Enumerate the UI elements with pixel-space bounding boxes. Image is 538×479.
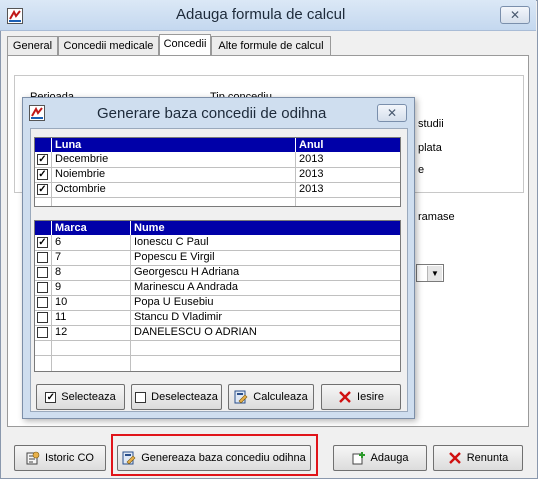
checkbox-checked-icon: ✓: [45, 391, 57, 403]
cell-anul: 2013: [299, 168, 324, 180]
employees-header-check: [35, 221, 51, 235]
history-icon: [26, 451, 40, 465]
cell-nume: Marinescu A Andrada: [134, 281, 238, 293]
adauga-button[interactable]: Adauga: [333, 445, 427, 471]
selecteaza-label: Selecteaza: [61, 391, 116, 403]
employees-header-marca: Marca: [52, 221, 130, 235]
cell-nume: Popa U Eusebiu: [134, 296, 214, 308]
window-close-button[interactable]: ✕: [500, 6, 530, 24]
selecteaza-button[interactable]: ✓ Selecteaza: [36, 384, 125, 410]
dialog-body: Luna Anul ✓ Decembrie 2013 ✓ Noiembrie 2…: [30, 128, 408, 412]
dialog-title: Generare baza concedii de odihna: [97, 105, 327, 122]
tab-general[interactable]: General: [7, 36, 58, 56]
close-x-icon: [448, 452, 461, 464]
tab-concedii-medicale[interactable]: Concedii medicale: [58, 36, 159, 56]
cell-nume: Stancu D Vladimir: [134, 311, 223, 323]
istoric-co-button[interactable]: Istoric CO: [14, 445, 106, 471]
calculator-icon: [234, 390, 248, 404]
tab-strip: General Concedii medicale Concedii Alte …: [7, 34, 333, 57]
months-header-check: [35, 138, 51, 152]
checkbox-empty-icon: [135, 391, 147, 403]
add-document-icon: [352, 452, 365, 465]
cell-marca: 9: [55, 281, 62, 293]
row-checkbox[interactable]: [37, 327, 48, 338]
calculeaza-button[interactable]: Calculeaza: [228, 384, 314, 410]
cell-marca: 7: [55, 251, 62, 263]
cell-nume: Ionescu C Paul: [134, 236, 209, 248]
cell-marca: 8: [55, 266, 62, 278]
row-checkbox[interactable]: [37, 267, 48, 278]
employees-header-nume: Nume: [131, 221, 400, 235]
row-checkbox[interactable]: ✓: [37, 169, 48, 180]
cell-anul: 2013: [299, 183, 324, 195]
row-checkbox[interactable]: [37, 312, 48, 323]
iesire-label: Iesire: [357, 391, 384, 403]
calculator-icon: [122, 451, 136, 465]
tab-concedii[interactable]: Concedii: [159, 34, 211, 57]
window-title: Adauga formula de calcul: [176, 6, 346, 23]
istoric-label: Istoric CO: [45, 452, 94, 464]
cell-nume: Georgescu H Adriana: [134, 266, 240, 278]
row-checkbox[interactable]: [37, 282, 48, 293]
cell-luna: Octombrie: [55, 183, 106, 195]
genereaza-label: Genereaza baza concediu odihna: [141, 452, 306, 464]
row-checkbox[interactable]: ✓: [37, 184, 48, 195]
row-checkbox[interactable]: ✓: [37, 237, 48, 248]
cell-nume: Popescu E Virgil: [134, 251, 215, 263]
cell-luna: Noiembrie: [55, 168, 106, 180]
deselecteaza-label: Deselecteaza: [151, 391, 218, 403]
months-grid: Luna Anul ✓ Decembrie 2013 ✓ Noiembrie 2…: [34, 137, 401, 207]
app-icon: [7, 8, 23, 24]
generare-dialog: Generare baza concedii de odihna ✕ Luna …: [22, 97, 415, 419]
cell-marca: 10: [55, 296, 68, 308]
option-e[interactable]: e: [418, 164, 424, 176]
cell-nume: DANELESCU O ADRIAN: [134, 326, 257, 338]
genereaza-baza-button[interactable]: Genereaza baza concediu odihna: [117, 445, 311, 471]
cell-marca: 11: [55, 311, 67, 323]
deselecteaza-button[interactable]: Deselecteaza: [131, 384, 222, 410]
option-ramase[interactable]: ramase: [418, 211, 455, 223]
employees-grid: Marca Nume ✓ 6 Ionescu C Paul 7 Popescu …: [34, 220, 401, 372]
cell-marca: 12: [55, 326, 68, 338]
iesire-button[interactable]: Iesire: [321, 384, 401, 410]
renunta-button[interactable]: Renunta: [433, 445, 523, 471]
months-header-luna: Luna: [52, 138, 295, 152]
row-checkbox[interactable]: ✓: [37, 154, 48, 165]
chevron-down-icon[interactable]: ▼: [427, 266, 442, 281]
row-checkbox[interactable]: [37, 252, 48, 263]
dialog-close-button[interactable]: ✕: [377, 104, 407, 122]
cell-luna: Decembrie: [55, 153, 109, 165]
background-combo[interactable]: ▼: [416, 264, 444, 282]
tab-alte-formule[interactable]: Alte formule de calcul: [211, 36, 331, 56]
option-studii[interactable]: studii: [418, 118, 444, 130]
cell-marca: 6: [55, 236, 62, 248]
dialog-app-icon: [29, 105, 45, 121]
months-header-anul: Anul: [296, 138, 400, 152]
cell-anul: 2013: [299, 153, 324, 165]
renunta-label: Renunta: [466, 452, 509, 464]
main-title-bar[interactable]: Adauga formula de calcul ✕: [0, 0, 536, 31]
close-x-icon: [339, 391, 351, 403]
row-checkbox[interactable]: [37, 297, 48, 308]
option-plata[interactable]: plata: [418, 142, 442, 154]
calculeaza-label: Calculeaza: [253, 391, 308, 403]
adauga-label: Adauga: [370, 452, 409, 464]
